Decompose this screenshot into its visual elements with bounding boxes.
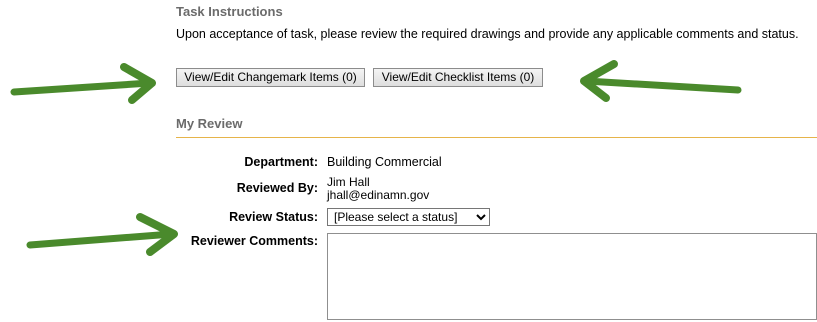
arrow-right-icon (10, 63, 156, 104)
view-edit-changemark-button[interactable]: View/Edit Changemark Items (0) (176, 68, 365, 87)
reviewer-comments-textarea[interactable] (327, 233, 817, 320)
department-value: Building Commercial (327, 155, 442, 169)
task-instructions-text: Upon acceptance of task, please review t… (176, 27, 799, 41)
reviewer-name: Jim Hall (327, 175, 370, 189)
view-edit-checklist-button[interactable]: View/Edit Checklist Items (0) (373, 68, 543, 87)
reviewer-email: jhall@edinamn.gov (327, 188, 430, 202)
reviewer-comments-label: Reviewer Comments: (190, 234, 318, 248)
review-status-select[interactable]: [Please select a status] (327, 208, 490, 226)
section-divider (176, 137, 817, 138)
arrow-left-icon (580, 60, 742, 102)
arrow-right-icon (26, 213, 178, 256)
reviewed-by-label: Reviewed By: (236, 181, 318, 195)
my-review-title: My Review (176, 116, 243, 131)
task-instructions-title: Task Instructions (176, 4, 283, 19)
department-label: Department: (244, 155, 318, 169)
review-status-label: Review Status: (229, 210, 318, 224)
